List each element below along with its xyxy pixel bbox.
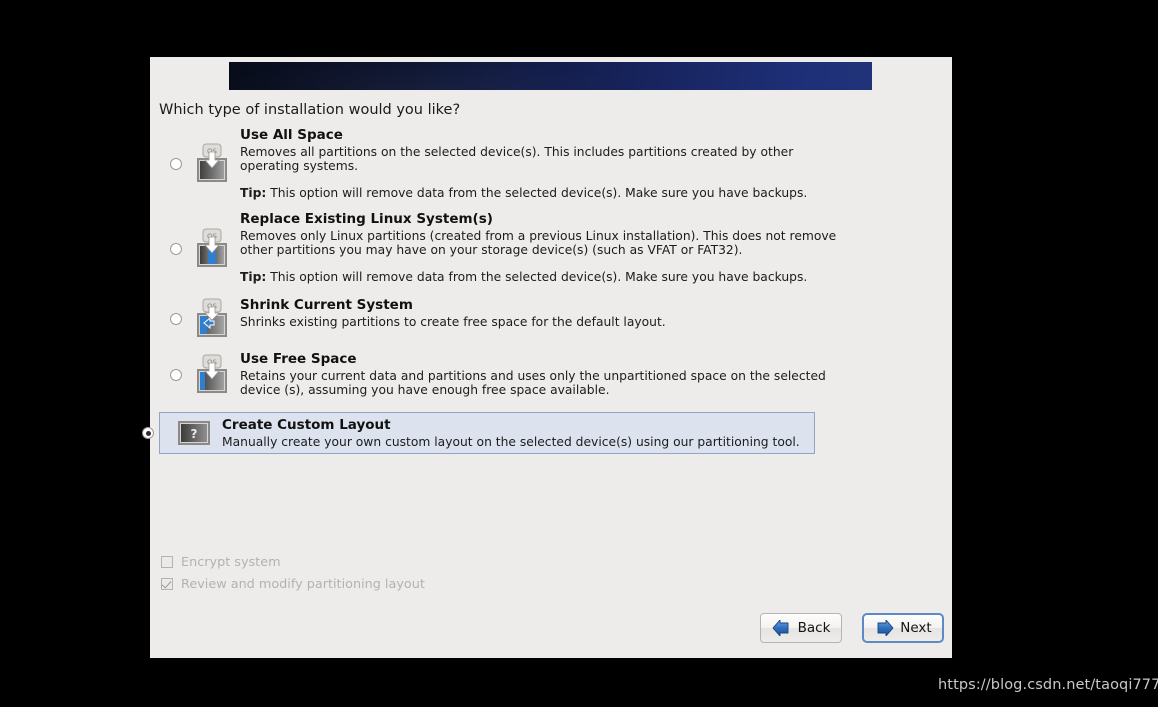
icon-cell-create-custom-layout: ? — [170, 420, 218, 446]
icon-cell-use-all-space: OS — [188, 142, 236, 186]
option-tip-label: Tip: — [240, 270, 267, 285]
option-tip: Tip: This option will remove data from t… — [240, 270, 938, 284]
disk-replace-linux-icon: OS — [197, 228, 227, 267]
option-tip-text: This option will remove data from the se… — [270, 186, 808, 201]
option-tip-label: Tip: — [240, 186, 267, 201]
option-title: Replace Existing Linux System(s) — [240, 211, 493, 227]
screen: Which type of installation would you lik… — [0, 0, 1158, 707]
text-cell-use-all-space: Use All Space Removes all partitions on … — [236, 126, 938, 201]
icon-cell-replace-linux: OS — [188, 227, 236, 271]
installation-type-list: OS Use All Space Removes all partitions … — [142, 122, 943, 454]
text-cell-shrink: Shrink Current System Shrinks existing p… — [236, 296, 938, 329]
icon-cell-use-free-space: OS — [188, 353, 236, 397]
next-button[interactable]: Next — [862, 613, 944, 643]
option-use-all-space[interactable]: OS Use All Space Removes all partitions … — [159, 122, 943, 206]
radio-shrink-current-system[interactable] — [170, 313, 182, 325]
option-shrink-current-system[interactable]: OS Shrink Current System Shrinks existin… — [159, 292, 943, 346]
checkbox-row-review-layout[interactable]: Review and modify partitioning layout — [161, 573, 425, 595]
option-title: Shrink Current System — [240, 297, 413, 313]
option-description: Removes all partitions on the selected d… — [240, 145, 794, 174]
text-cell-replace-linux: Replace Existing Linux System(s) Removes… — [236, 210, 938, 285]
icon-cell-shrink: OS — [188, 297, 236, 341]
option-tip: Tip: This option will remove data from t… — [240, 186, 938, 200]
radio-cell-use-free-space[interactable] — [164, 369, 188, 381]
checkbox-label-encrypt-system: Encrypt system — [181, 554, 281, 570]
banner-sheen — [229, 62, 872, 90]
option-description: Retains your current data and partitions… — [240, 369, 826, 398]
radio-cell-use-all-space[interactable] — [164, 158, 188, 170]
checkbox-review-layout[interactable] — [161, 578, 173, 590]
option-create-custom-layout[interactable]: ? Create Custom Layout Manually create y… — [142, 412, 815, 454]
disk-shrink-icon: OS — [197, 298, 227, 337]
radio-use-free-space[interactable] — [170, 369, 182, 381]
radio-cell-create-custom-layout[interactable] — [136, 427, 160, 439]
installer-dialog: Which type of installation would you lik… — [142, 57, 952, 658]
disk-free-space-icon: OS — [197, 354, 227, 393]
back-button[interactable]: Back — [760, 613, 842, 643]
option-description: Shrinks existing partitions to create fr… — [240, 315, 666, 329]
options-checkbox-group: Encrypt system Review and modify partiti… — [161, 551, 425, 595]
disk-custom-layout-icon: ? — [178, 421, 210, 445]
disk-use-all-space-icon: OS — [197, 143, 227, 182]
radio-cell-shrink[interactable] — [164, 313, 188, 325]
radio-use-all-space[interactable] — [170, 158, 182, 170]
option-replace-linux[interactable]: OS Replace Existing Linux System(s) Remo… — [159, 206, 943, 292]
text-cell-use-free-space: Use Free Space Retains your current data… — [236, 350, 938, 397]
back-button-label: Back — [797, 620, 831, 636]
radio-replace-linux[interactable] — [170, 243, 182, 255]
checkbox-row-encrypt-system[interactable]: Encrypt system — [161, 551, 425, 573]
option-tip-text: This option will remove data from the se… — [270, 270, 808, 285]
svg-text:?: ? — [191, 427, 198, 441]
option-description: Manually create your own custom layout o… — [222, 435, 800, 449]
checkbox-encrypt-system[interactable] — [161, 556, 173, 568]
navigation-buttons: Back Next — [760, 613, 944, 643]
checkbox-label-review-layout: Review and modify partitioning layout — [181, 576, 425, 592]
option-title: Use Free Space — [240, 351, 357, 367]
arrow-right-icon — [877, 620, 894, 636]
radio-create-custom-layout[interactable] — [142, 427, 154, 439]
option-use-free-space[interactable]: OS Use Free Space Retains your current d… — [159, 346, 943, 404]
header-banner — [229, 62, 872, 90]
page-title: Which type of installation would you lik… — [159, 102, 461, 118]
radio-cell-replace-linux[interactable] — [164, 243, 188, 255]
watermark: https://blog.csdn.net/taoqi777 — [938, 677, 1158, 693]
next-button-label: Next — [900, 620, 932, 636]
text-cell-create-custom-layout: Create Custom Layout Manually create you… — [218, 416, 810, 449]
arrow-left-icon — [772, 620, 789, 636]
option-title: Create Custom Layout — [222, 417, 391, 433]
option-title: Use All Space — [240, 127, 343, 143]
option-description: Removes only Linux partitions (created f… — [240, 229, 837, 258]
